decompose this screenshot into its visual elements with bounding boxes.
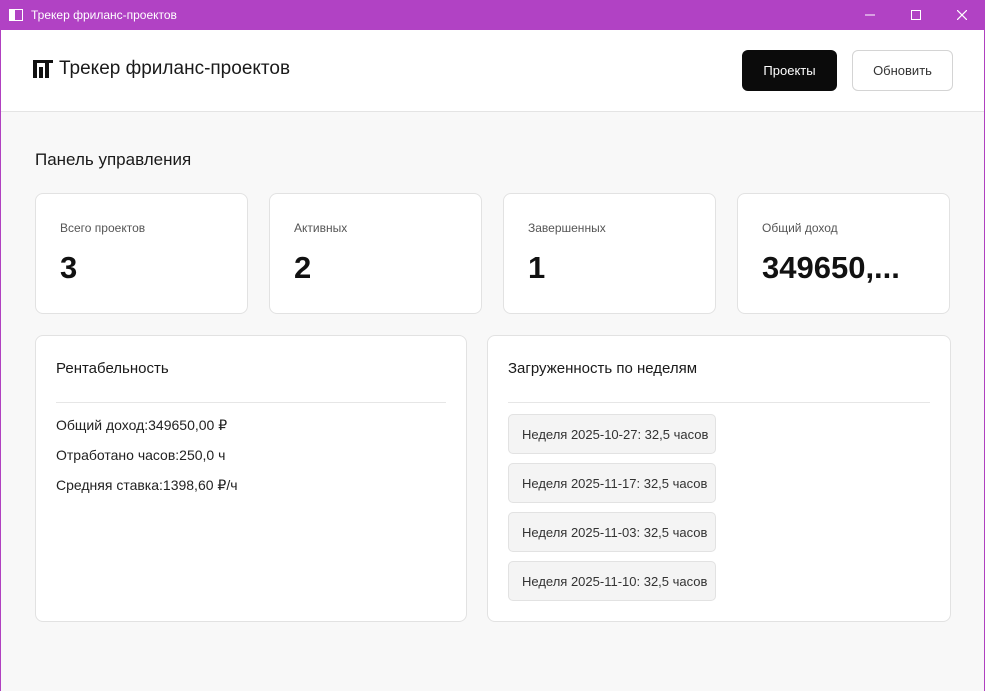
panel-divider: [508, 402, 930, 403]
stat-card-total-income: Общий доход 349650,...: [737, 193, 950, 314]
stat-card-completed: Завершенных 1: [503, 193, 716, 314]
bar-chart-logo-icon: [33, 60, 53, 78]
stat-value: 2: [294, 250, 312, 285]
panel-title: Загруженность по неделям: [508, 360, 698, 377]
stat-value: 3: [60, 250, 78, 285]
stat-label: Завершенных: [528, 221, 606, 235]
maximize-button[interactable]: [893, 0, 939, 30]
stat-card-active: Активных 2: [269, 193, 482, 314]
minimize-button[interactable]: [847, 0, 893, 30]
minimize-icon: [865, 14, 875, 16]
panel-title: Рентабельность: [56, 360, 169, 377]
brand: Трекер фриланс-проектов: [33, 58, 290, 80]
week-item: Неделя 2025-11-17: 32,5 часов: [508, 463, 716, 503]
stat-value: 1: [528, 250, 546, 285]
metric-average-rate: Средняя ставка:1398,60 ₽/ч: [56, 477, 238, 493]
window-title: Трекер фриланс-проектов: [31, 8, 177, 22]
week-item: Неделя 2025-11-10: 32,5 часов: [508, 561, 716, 601]
metric-total-income: Общий доход:349650,00 ₽: [56, 417, 228, 433]
projects-button[interactable]: Проекты: [742, 50, 837, 91]
workload-panel: Загруженность по неделям Неделя 2025-10-…: [487, 335, 951, 622]
stat-label: Активных: [294, 221, 348, 235]
refresh-button[interactable]: Обновить: [852, 50, 953, 91]
maximize-icon: [911, 10, 921, 20]
stat-card-total-projects: Всего проектов 3: [35, 193, 248, 314]
app-title: Трекер фриланс-проектов: [59, 58, 291, 79]
metric-hours-worked: Отработано часов:250,0 ч: [56, 447, 226, 463]
stat-label: Общий доход: [762, 221, 838, 235]
app-window: Трекер фриланс-проектов Проекты Обновить…: [1, 30, 984, 691]
profitability-panel: Рентабельность Общий доход:349650,00 ₽ О…: [35, 335, 467, 622]
week-item: Неделя 2025-11-03: 32,5 часов: [508, 512, 716, 552]
window-titlebar: Трекер фриланс-проектов: [0, 0, 985, 30]
close-button[interactable]: [939, 0, 985, 30]
week-item: Неделя 2025-10-27: 32,5 часов: [508, 414, 716, 454]
close-icon: [957, 10, 967, 20]
panel-divider: [56, 402, 446, 403]
page-title: Панель управления: [35, 150, 192, 169]
app-header: Трекер фриланс-проектов Проекты Обновить: [1, 30, 984, 112]
stat-value: 349650,...: [762, 250, 900, 285]
stat-label: Всего проектов: [60, 221, 146, 235]
app-window-icon: [9, 9, 23, 21]
